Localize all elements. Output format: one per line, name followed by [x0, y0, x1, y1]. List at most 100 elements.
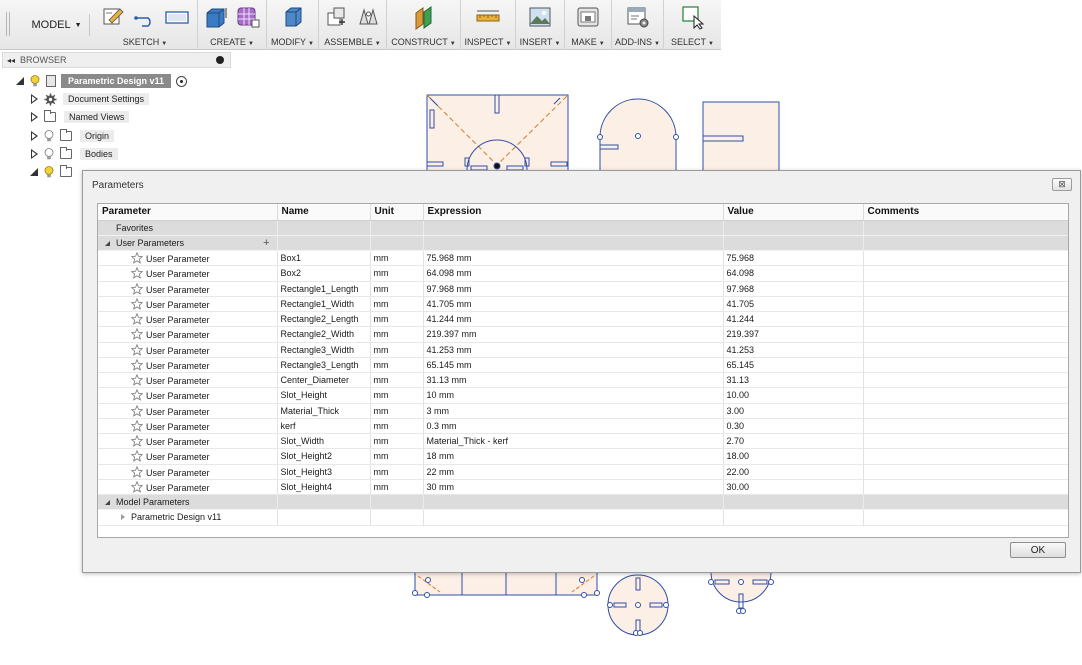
param-comment[interactable] — [863, 479, 1068, 496]
param-unit[interactable]: mm — [370, 265, 424, 282]
table-row[interactable]: User Parameter Slot_Height3 mm 22 mm 22.00 — [98, 464, 1068, 480]
param-unit[interactable]: mm — [370, 479, 424, 496]
favorite-star-icon[interactable] — [131, 328, 143, 341]
param-expression[interactable]: 22 mm — [423, 464, 724, 480]
favorite-star-icon[interactable] — [131, 297, 143, 310]
browser-root-item[interactable]: Parametric Design v11 — [16, 73, 188, 89]
table-row[interactable]: User Parameter Center_Diameter mm 31.13 mm 3… — [98, 372, 1068, 389]
param-expression[interactable]: 41.244 mm — [423, 311, 724, 328]
sketch-disc-profile[interactable] — [607, 574, 669, 636]
param-expression[interactable]: 3 mm — [423, 403, 724, 419]
ok-button[interactable]: OK — [1010, 542, 1066, 558]
favorites-row[interactable]: Favorites — [98, 220, 1068, 236]
param-expression[interactable]: 41.253 mm — [423, 342, 724, 358]
param-unit[interactable]: mm — [370, 418, 424, 435]
model-parameter-component-row[interactable]: Parametric Design v11 — [98, 509, 1068, 526]
param-name[interactable]: Rectangle1_Length — [277, 281, 371, 297]
visibility-bulb-icon[interactable] — [30, 75, 40, 87]
sketch-arch-profile[interactable] — [597, 98, 679, 175]
model-parameters-group-row[interactable]: Model Parameters — [98, 494, 1068, 511]
column-header[interactable]: Value — [723, 204, 864, 221]
close-icon[interactable]: ⊠ — [1052, 178, 1072, 191]
param-unit[interactable]: mm — [370, 387, 424, 404]
param-expression[interactable]: 18 mm — [423, 448, 724, 465]
table-row[interactable]: User Parameter kerf mm 0.3 mm 0.30 — [98, 418, 1068, 435]
param-name[interactable]: Slot_Height — [277, 387, 371, 404]
collapse-triangle-icon[interactable] — [105, 500, 110, 506]
param-name[interactable]: Rectangle3_Length — [277, 357, 371, 374]
table-row[interactable]: User Parameter Slot_Height mm 10 mm 10.00 — [98, 387, 1068, 404]
param-expression[interactable]: 65.145 mm — [423, 357, 724, 374]
param-comment[interactable] — [863, 357, 1068, 374]
browser-item-sketches[interactable] — [30, 164, 80, 180]
favorite-star-icon[interactable] — [131, 313, 143, 325]
param-unit[interactable]: mm — [370, 448, 424, 465]
param-comment[interactable] — [863, 311, 1068, 328]
table-row[interactable]: User Parameter Rectangle3_Length mm 65.145 … — [98, 357, 1068, 374]
param-comment[interactable] — [863, 296, 1068, 313]
expand-triangle-icon[interactable] — [30, 130, 40, 142]
visibility-bulb-icon[interactable] — [44, 166, 54, 178]
favorite-star-icon[interactable] — [131, 435, 143, 447]
param-comment[interactable] — [863, 250, 1068, 267]
param-expression[interactable]: 219.397 mm — [423, 326, 724, 343]
param-expression[interactable]: 64.098 mm — [423, 265, 724, 282]
column-header[interactable]: Parameter — [98, 204, 278, 221]
param-name[interactable]: Box1 — [277, 250, 371, 267]
expand-triangle-icon[interactable] — [30, 111, 40, 123]
param-name[interactable]: Rectangle1_Width — [277, 296, 371, 313]
visibility-bulb-icon[interactable] — [44, 130, 54, 142]
expand-triangle-icon[interactable] — [16, 77, 24, 85]
param-name[interactable]: Box2 — [277, 265, 371, 282]
column-header[interactable]: Name — [277, 204, 371, 221]
favorite-star-icon[interactable] — [131, 343, 143, 356]
collapse-panel-icon[interactable]: ◂◂ — [7, 56, 15, 65]
visibility-bulb-icon[interactable] — [44, 148, 54, 160]
param-unit[interactable]: mm — [370, 326, 424, 343]
param-comment[interactable] — [863, 433, 1068, 450]
table-row[interactable]: User Parameter Slot_Height4 mm 30 mm 30.00 — [98, 479, 1068, 496]
table-row[interactable]: User Parameter Rectangle3_Width mm 41.253 m… — [98, 342, 1068, 358]
column-header[interactable]: Expression — [423, 204, 724, 221]
table-row[interactable]: User Parameter Rectangle1_Length mm 97.968 … — [98, 281, 1068, 297]
param-name[interactable]: Slot_Height4 — [277, 479, 371, 496]
param-expression[interactable]: 97.968 mm — [423, 281, 724, 297]
param-name[interactable]: Rectangle3_Width — [277, 342, 371, 358]
param-comment[interactable] — [863, 281, 1068, 297]
parameters-table[interactable]: Parameter Name Unit Expression Value Com… — [97, 203, 1069, 538]
favorite-star-icon[interactable] — [131, 358, 143, 371]
param-name[interactable]: kerf — [277, 418, 371, 435]
favorite-star-icon[interactable] — [131, 465, 143, 478]
user-parameters-group-row[interactable]: User Parameters + — [98, 235, 1068, 252]
favorite-star-icon[interactable] — [131, 450, 143, 463]
sketch-base-profile[interactable] — [412, 571, 600, 598]
param-expression[interactable]: 10 mm — [423, 387, 724, 404]
param-expression[interactable]: 41.705 mm — [423, 296, 724, 313]
param-name[interactable]: Slot_Width — [277, 433, 371, 450]
browser-header[interactable]: ◂◂ BROWSER — [2, 52, 231, 68]
table-row[interactable]: User Parameter Rectangle2_Width mm 219.397 … — [98, 326, 1068, 343]
expand-triangle-icon[interactable] — [30, 168, 38, 176]
favorite-star-icon[interactable] — [131, 419, 143, 432]
sketch-half-disc-profile[interactable] — [708, 571, 774, 614]
table-row[interactable]: User Parameter Box2 mm 64.098 mm 64.098 — [98, 265, 1068, 282]
browser-item-bodies[interactable]: Bodies — [30, 146, 118, 162]
favorite-star-icon[interactable] — [131, 267, 143, 280]
favorite-star-icon[interactable] — [131, 404, 143, 417]
param-comment[interactable] — [863, 265, 1068, 282]
sketch-box-profile[interactable] — [426, 94, 569, 176]
param-unit[interactable]: mm — [370, 250, 424, 267]
favorite-star-icon[interactable] — [131, 252, 143, 264]
add-parameter-button[interactable]: + — [263, 237, 269, 248]
param-unit[interactable]: mm — [370, 357, 424, 374]
param-comment[interactable] — [863, 464, 1068, 480]
param-name[interactable]: Center_Diameter — [277, 372, 371, 389]
param-comment[interactable] — [863, 326, 1068, 343]
param-comment[interactable] — [863, 372, 1068, 389]
param-expression[interactable]: 0.3 mm — [423, 418, 724, 435]
param-name[interactable]: Material_Thick — [277, 403, 371, 419]
param-unit[interactable]: mm — [370, 311, 424, 328]
active-radio-icon[interactable] — [176, 75, 188, 87]
param-unit[interactable]: mm — [370, 372, 424, 389]
favorite-star-icon[interactable] — [131, 374, 143, 386]
